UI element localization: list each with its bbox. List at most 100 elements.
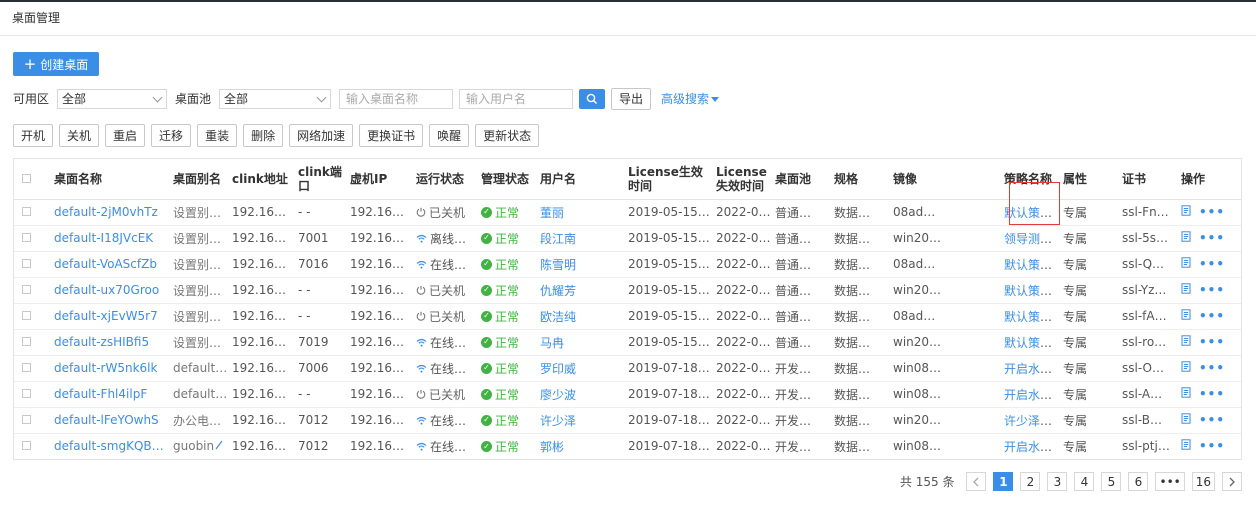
link-icon[interactable] — [1058, 311, 1059, 322]
prev-page-button[interactable] — [966, 472, 987, 491]
more-options-icon[interactable]: ••• — [1199, 335, 1225, 349]
edit-icon[interactable] — [222, 415, 228, 425]
more-options-icon[interactable]: ••• — [1199, 439, 1225, 453]
row-checkbox[interactable] — [22, 415, 31, 424]
user-name-link[interactable]: 马冉 — [536, 329, 624, 356]
row-select-cell[interactable] — [14, 329, 50, 356]
desktop-alias-cell[interactable]: guobin — [169, 433, 228, 459]
user-name-link[interactable]: 仇耀芳 — [536, 277, 624, 304]
row-checkbox[interactable] — [22, 233, 31, 242]
delete-button[interactable]: 删除 — [243, 124, 284, 147]
migrate-button[interactable]: 迁移 — [151, 124, 192, 147]
link-icon[interactable] — [1058, 259, 1059, 270]
more-options-icon[interactable]: ••• — [1199, 205, 1225, 219]
page-number-button[interactable]: 16 — [1191, 472, 1215, 491]
desktop-name-link[interactable]: default-zsHIBfi5 — [50, 329, 169, 356]
table-row[interactable]: default-Fhl4ilpF default-Fh 192.16… - -192.… — [14, 381, 1241, 408]
desktop-alias-cell[interactable]: 办公电脑 — [169, 407, 228, 434]
page-ellipsis[interactable]: ••• — [1155, 472, 1185, 491]
more-options-icon[interactable]: ••• — [1199, 283, 1225, 297]
row-select-cell[interactable] — [14, 407, 50, 434]
details-icon[interactable] — [1181, 439, 1191, 450]
more-options-icon[interactable]: ••• — [1199, 309, 1225, 323]
edit-icon[interactable] — [222, 233, 228, 243]
desktop-name-link[interactable]: default-I18JVcEK — [50, 225, 169, 252]
policy-cell[interactable]: 默认策略 — [1000, 303, 1059, 330]
table-row[interactable]: default-I18JVcEK 设置别名 192.16… 7001 192.16… 离线… — [14, 225, 1241, 252]
policy-name-link[interactable]: 许少泽的策略_117 — [1004, 414, 1059, 428]
reinstall-button[interactable]: 重装 — [197, 124, 238, 147]
desktop-alias-cell[interactable]: 设置别名 — [169, 199, 228, 226]
details-icon[interactable] — [1181, 309, 1191, 320]
page-number-button[interactable]: 6 — [1128, 472, 1149, 491]
desktop-alias-cell[interactable]: 设置别名 — [169, 303, 228, 330]
policy-name-link[interactable]: 开启水印 — [1004, 440, 1052, 454]
wake-button[interactable]: 唤醒 — [429, 124, 470, 147]
next-page-button[interactable] — [1222, 472, 1242, 491]
desktop-name-link[interactable]: default-lFeYOwhS — [50, 407, 169, 434]
policy-name-link[interactable]: 默认策略 — [1004, 206, 1052, 220]
export-button[interactable]: 导出 — [611, 87, 652, 110]
row-select-cell[interactable] — [14, 251, 50, 278]
details-icon[interactable] — [1181, 205, 1191, 216]
row-select-cell[interactable] — [14, 355, 50, 382]
row-select-cell[interactable] — [14, 303, 50, 330]
page-number-button[interactable]: 5 — [1101, 472, 1122, 491]
user-name-link[interactable]: 郭彬 — [536, 433, 624, 459]
create-desktop-button[interactable]: + 创建桌面 — [13, 52, 99, 76]
update-status-button[interactable]: 更新状态 — [475, 124, 540, 147]
more-options-icon[interactable]: ••• — [1199, 413, 1225, 427]
desktop-alias-cell[interactable]: default-rW — [169, 355, 228, 382]
select-all-cell[interactable] — [14, 159, 50, 200]
table-row[interactable]: default-ux70Groo 设置别名 192.16… - -192.16… 已关机… — [14, 277, 1241, 304]
row-select-cell[interactable] — [14, 199, 50, 226]
table-row[interactable]: default-zsHIBfi5 设置别名 192.16… 7019 192.16… 在线… — [14, 329, 1241, 356]
user-name-input[interactable] — [459, 88, 574, 109]
policy-cell[interactable]: 默认策略 — [1000, 251, 1059, 278]
table-row[interactable]: default-smgKQB2m guobin 192.16… 7012 192.16…… — [14, 433, 1241, 459]
policy-cell[interactable]: 许少泽的策略_117 — [1000, 407, 1059, 434]
policy-cell[interactable]: 领导测试U盘只读… — [1000, 225, 1059, 252]
edit-icon[interactable] — [222, 285, 228, 295]
link-icon[interactable] — [1058, 285, 1059, 296]
user-name-link[interactable]: 欧洁纯 — [536, 303, 624, 330]
user-name-link[interactable]: 廖少波 — [536, 381, 624, 408]
row-select-cell[interactable] — [14, 225, 50, 252]
details-icon[interactable] — [1181, 257, 1191, 268]
row-checkbox[interactable] — [22, 285, 31, 294]
link-icon[interactable] — [1058, 337, 1059, 348]
row-checkbox[interactable] — [22, 363, 31, 372]
row-checkbox[interactable] — [22, 311, 31, 320]
desktop-alias-cell[interactable]: 设置别名 — [169, 251, 228, 278]
zone-select[interactable]: 全部 — [57, 88, 168, 109]
link-icon[interactable] — [1058, 207, 1059, 218]
edit-icon[interactable] — [222, 259, 228, 269]
policy-name-link[interactable]: 默认策略 — [1004, 258, 1052, 272]
row-select-cell[interactable] — [14, 433, 50, 459]
more-options-icon[interactable]: ••• — [1199, 257, 1225, 271]
desktop-alias-cell[interactable]: 设置别名 — [169, 277, 228, 304]
replace-certificate-button[interactable]: 更换证书 — [359, 124, 424, 147]
edit-icon[interactable] — [222, 207, 228, 217]
row-checkbox[interactable] — [22, 259, 31, 268]
desktop-name-link[interactable]: default-xjEvW5r7 — [50, 303, 169, 330]
edit-icon[interactable] — [215, 440, 223, 450]
link-icon[interactable] — [1058, 441, 1059, 452]
page-number-button[interactable]: 2 — [1020, 472, 1041, 491]
row-checkbox[interactable] — [22, 337, 31, 346]
page-number-button[interactable]: 1 — [993, 472, 1014, 491]
details-icon[interactable] — [1181, 231, 1191, 242]
policy-cell[interactable]: 默认策略 — [1000, 277, 1059, 304]
table-row[interactable]: default-lFeYOwhS 办公电脑 192.16… 7012 192.16… 在线… — [14, 407, 1241, 434]
row-select-cell[interactable] — [14, 277, 50, 304]
row-select-cell[interactable] — [14, 381, 50, 408]
user-name-link[interactable]: 董丽 — [536, 199, 624, 226]
policy-cell[interactable]: 默认策略 — [1000, 329, 1059, 356]
desktop-name-link[interactable]: default-Fhl4ilpF — [50, 381, 169, 408]
desktop-name-link[interactable]: default-VoAScfZb — [50, 251, 169, 278]
policy-cell[interactable]: 开启水印 — [1000, 433, 1059, 459]
user-name-link[interactable]: 陈雪明 — [536, 251, 624, 278]
details-icon[interactable] — [1181, 283, 1191, 294]
more-options-icon[interactable]: ••• — [1199, 231, 1225, 245]
link-icon[interactable] — [1058, 389, 1059, 400]
